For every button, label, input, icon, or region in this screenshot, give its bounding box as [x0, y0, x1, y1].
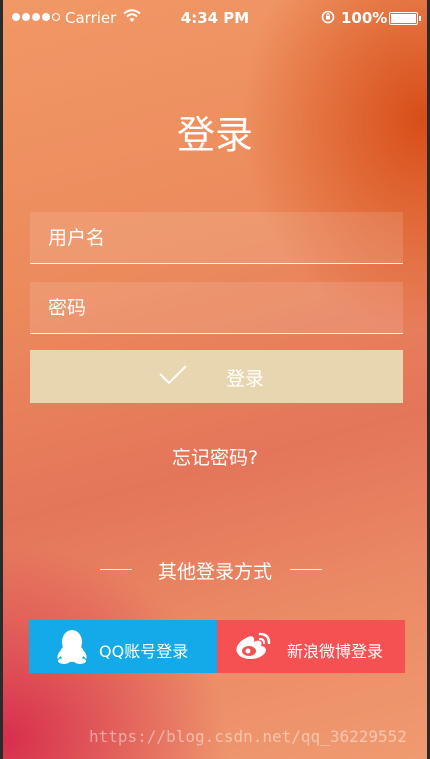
watermark-text: https://blog.csdn.net/qq_36229552	[89, 727, 407, 746]
weibo-icon	[232, 629, 274, 667]
weibo-login-label: 新浪微博登录	[287, 642, 384, 661]
checkmark-icon	[158, 363, 188, 392]
qq-penguin-icon	[55, 629, 89, 669]
login-screen: Carrier 4:34 PM 100% 登录 用户名 登录 忘记密码? 其他登…	[3, 0, 427, 759]
forgot-password-link[interactable]: 忘记密码?	[3, 443, 427, 470]
qq-login-button[interactable]: QQ账号登录	[29, 620, 217, 673]
battery-percentage: 100%	[341, 9, 388, 27]
username-input[interactable]	[30, 212, 403, 263]
battery-icon	[389, 12, 421, 25]
divider-right	[290, 569, 322, 570]
orientation-lock-icon	[321, 10, 335, 28]
login-button[interactable]: 登录	[30, 350, 403, 403]
qq-login-label: QQ账号登录	[99, 642, 189, 661]
status-bar: Carrier 4:34 PM 100%	[3, 0, 427, 36]
password-input[interactable]	[30, 282, 403, 333]
username-field	[30, 212, 403, 264]
login-button-label: 登录	[226, 368, 265, 390]
other-login-heading: 其他登录方式	[157, 561, 272, 583]
password-field	[30, 282, 403, 334]
weibo-login-button[interactable]: 新浪微博登录	[217, 620, 405, 673]
page-title: 登录	[176, 113, 253, 157]
